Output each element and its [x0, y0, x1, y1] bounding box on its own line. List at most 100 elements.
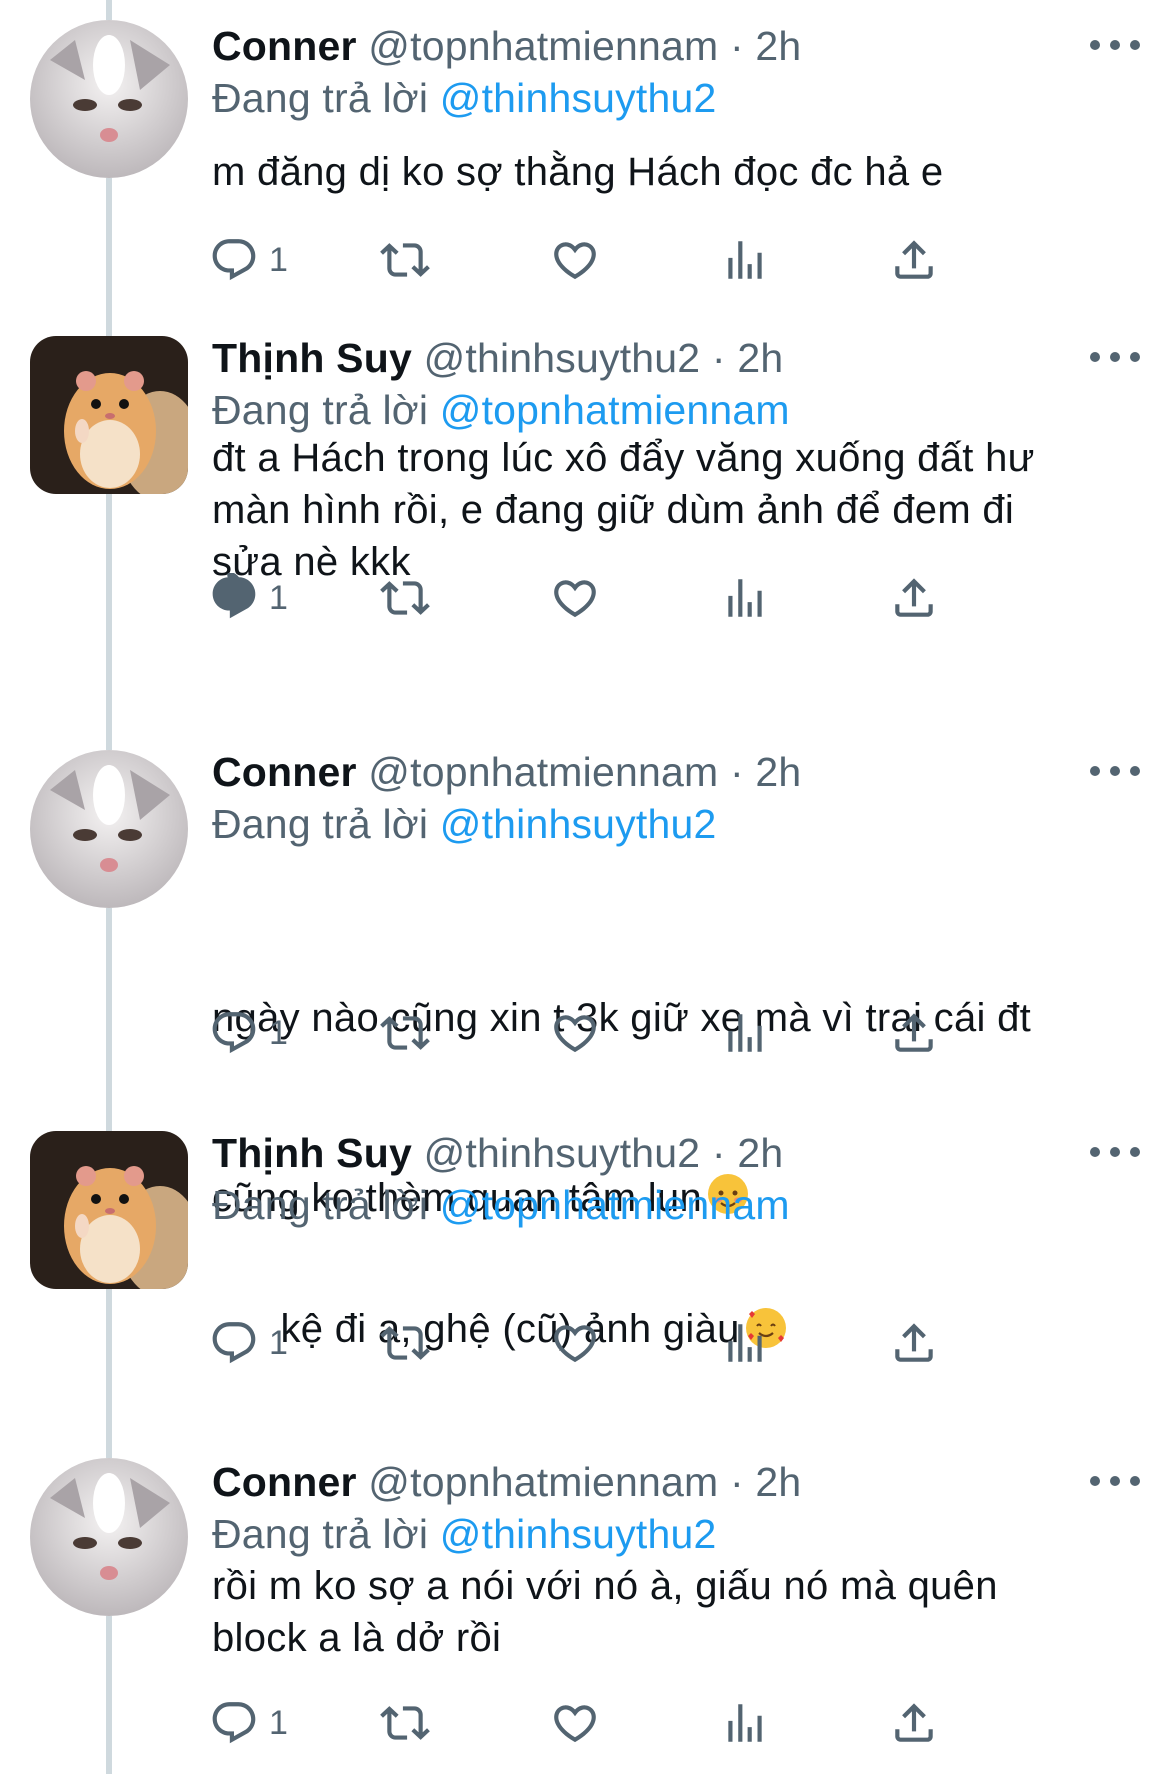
display-name[interactable]: Conner — [212, 749, 357, 795]
retweet-button[interactable] — [380, 1005, 430, 1061]
timestamp[interactable]: 2h — [755, 749, 801, 795]
retweet-button[interactable] — [380, 1315, 430, 1371]
reply-context: Đang trả lời @topnhatmiennam — [212, 384, 790, 436]
reply-prefix: Đang trả lời — [212, 1511, 429, 1557]
like-button[interactable] — [550, 1315, 600, 1371]
reply-button[interactable]: 1 — [209, 1005, 288, 1061]
reply-mention[interactable]: @topnhatmiennam — [440, 1182, 790, 1228]
more-icon[interactable] — [1090, 756, 1140, 786]
reply-button[interactable]: 1 — [209, 1315, 288, 1371]
views-button[interactable] — [720, 232, 770, 288]
views-button[interactable] — [720, 570, 770, 626]
tweet-header: Conner @topnhatmiennam · 2h — [212, 1456, 801, 1508]
tweet-text: m đăng dị ko sợ thằng Hách đọc đc hả e — [212, 150, 944, 194]
cat-avatar-icon — [30, 750, 188, 908]
reply-icon — [212, 239, 256, 281]
display-name[interactable]: Thịnh Suy — [212, 1130, 412, 1176]
reply-prefix: Đang trả lời — [212, 1182, 429, 1228]
tweet-header: Conner @topnhatmiennam · 2h — [212, 20, 801, 72]
share-button[interactable] — [889, 1695, 939, 1751]
tweet[interactable]: Conner @topnhatmiennam · 2h Đang trả lời… — [0, 1436, 1170, 1774]
share-button[interactable] — [889, 570, 939, 626]
views-button[interactable] — [720, 1005, 770, 1061]
retweet-button[interactable] — [380, 570, 430, 626]
avatar[interactable] — [30, 336, 188, 494]
reply-mention[interactable]: @thinhsuythu2 — [440, 801, 717, 847]
retweet-button[interactable] — [380, 1695, 430, 1751]
views-icon — [728, 1704, 762, 1742]
cat-avatar-icon — [30, 20, 188, 178]
reply-count: 1 — [269, 1703, 288, 1742]
timestamp[interactable]: 2h — [737, 335, 783, 381]
reply-mention[interactable]: @topnhatmiennam — [440, 387, 790, 433]
retweet-icon — [380, 581, 430, 615]
hamster-avatar-icon — [30, 1131, 188, 1289]
tweet-actions: 1 — [212, 1695, 1052, 1751]
handle[interactable]: @thinhsuythu2 — [424, 335, 701, 381]
share-button[interactable] — [889, 232, 939, 288]
retweet-icon — [380, 1016, 430, 1050]
tweet[interactable]: Thịnh Suy @thinhsuythu2 · 2h Đang trả lờ… — [0, 1107, 1170, 1437]
handle[interactable]: @thinhsuythu2 — [424, 1130, 701, 1176]
avatar[interactable] — [30, 750, 188, 908]
more-icon[interactable] — [1090, 30, 1140, 60]
display-name[interactable]: Thịnh Suy — [212, 335, 412, 381]
tweet[interactable]: Thịnh Suy @thinhsuythu2 · 2h Đang trả lờ… — [0, 312, 1170, 712]
reply-prefix: Đang trả lời — [212, 387, 429, 433]
share-button[interactable] — [889, 1315, 939, 1371]
reply-icon — [212, 1322, 256, 1364]
hamster-avatar-icon — [30, 336, 188, 494]
reply-mention[interactable]: @thinhsuythu2 — [440, 1511, 717, 1557]
reply-mention[interactable]: @thinhsuythu2 — [440, 75, 717, 121]
more-icon[interactable] — [1090, 1137, 1140, 1167]
tweet-header: Thịnh Suy @thinhsuythu2 · 2h — [212, 1127, 783, 1179]
views-icon — [728, 579, 762, 617]
reply-context: Đang trả lời @topnhatmiennam — [212, 1179, 790, 1231]
separator: · — [729, 749, 744, 795]
retweet-button[interactable] — [380, 232, 430, 288]
reply-button[interactable]: 1 — [209, 570, 288, 626]
share-icon — [895, 578, 933, 617]
reply-button[interactable]: 1 — [209, 1695, 288, 1751]
reply-icon — [212, 573, 256, 619]
like-button[interactable] — [550, 570, 600, 626]
tweet[interactable]: Conner @topnhatmiennam · 2h Đang trả lời… — [0, 0, 1170, 300]
reply-prefix: Đang trả lời — [212, 801, 429, 847]
more-icon[interactable] — [1090, 1466, 1140, 1496]
tweet-actions: 1 — [212, 570, 1052, 626]
like-icon — [554, 1015, 596, 1053]
timestamp[interactable]: 2h — [755, 23, 801, 69]
like-icon — [554, 1325, 596, 1363]
separator: · — [711, 1130, 726, 1176]
share-icon — [895, 1703, 933, 1742]
separator: · — [729, 23, 744, 69]
like-button[interactable] — [550, 1005, 600, 1061]
timestamp[interactable]: 2h — [737, 1130, 783, 1176]
more-icon[interactable] — [1090, 342, 1140, 372]
display-name[interactable]: Conner — [212, 23, 357, 69]
timestamp[interactable]: 2h — [755, 1459, 801, 1505]
tweet-header: Conner @topnhatmiennam · 2h — [212, 746, 801, 798]
display-name[interactable]: Conner — [212, 1459, 357, 1505]
reply-context: Đang trả lời @thinhsuythu2 — [212, 72, 716, 124]
avatar[interactable] — [30, 1458, 188, 1616]
handle[interactable]: @topnhatmiennam — [368, 749, 718, 795]
tweet[interactable]: Conner @topnhatmiennam · 2h Đang trả lời… — [0, 726, 1170, 1220]
avatar[interactable] — [30, 20, 188, 178]
views-icon — [728, 1324, 762, 1362]
views-button[interactable] — [720, 1695, 770, 1751]
avatar[interactable] — [30, 1131, 188, 1289]
views-button[interactable] — [720, 1315, 770, 1371]
reply-count: 1 — [269, 240, 288, 279]
handle[interactable]: @topnhatmiennam — [368, 23, 718, 69]
like-button[interactable] — [550, 1695, 600, 1751]
reply-button[interactable]: 1 — [209, 232, 288, 288]
like-icon — [554, 1705, 596, 1743]
like-button[interactable] — [550, 232, 600, 288]
tweet-actions: 1 — [212, 1315, 1052, 1371]
share-icon — [895, 240, 933, 279]
handle[interactable]: @topnhatmiennam — [368, 1459, 718, 1505]
tweet-actions: 1 — [212, 232, 1052, 288]
share-button[interactable] — [889, 1005, 939, 1061]
share-icon — [895, 1013, 933, 1052]
